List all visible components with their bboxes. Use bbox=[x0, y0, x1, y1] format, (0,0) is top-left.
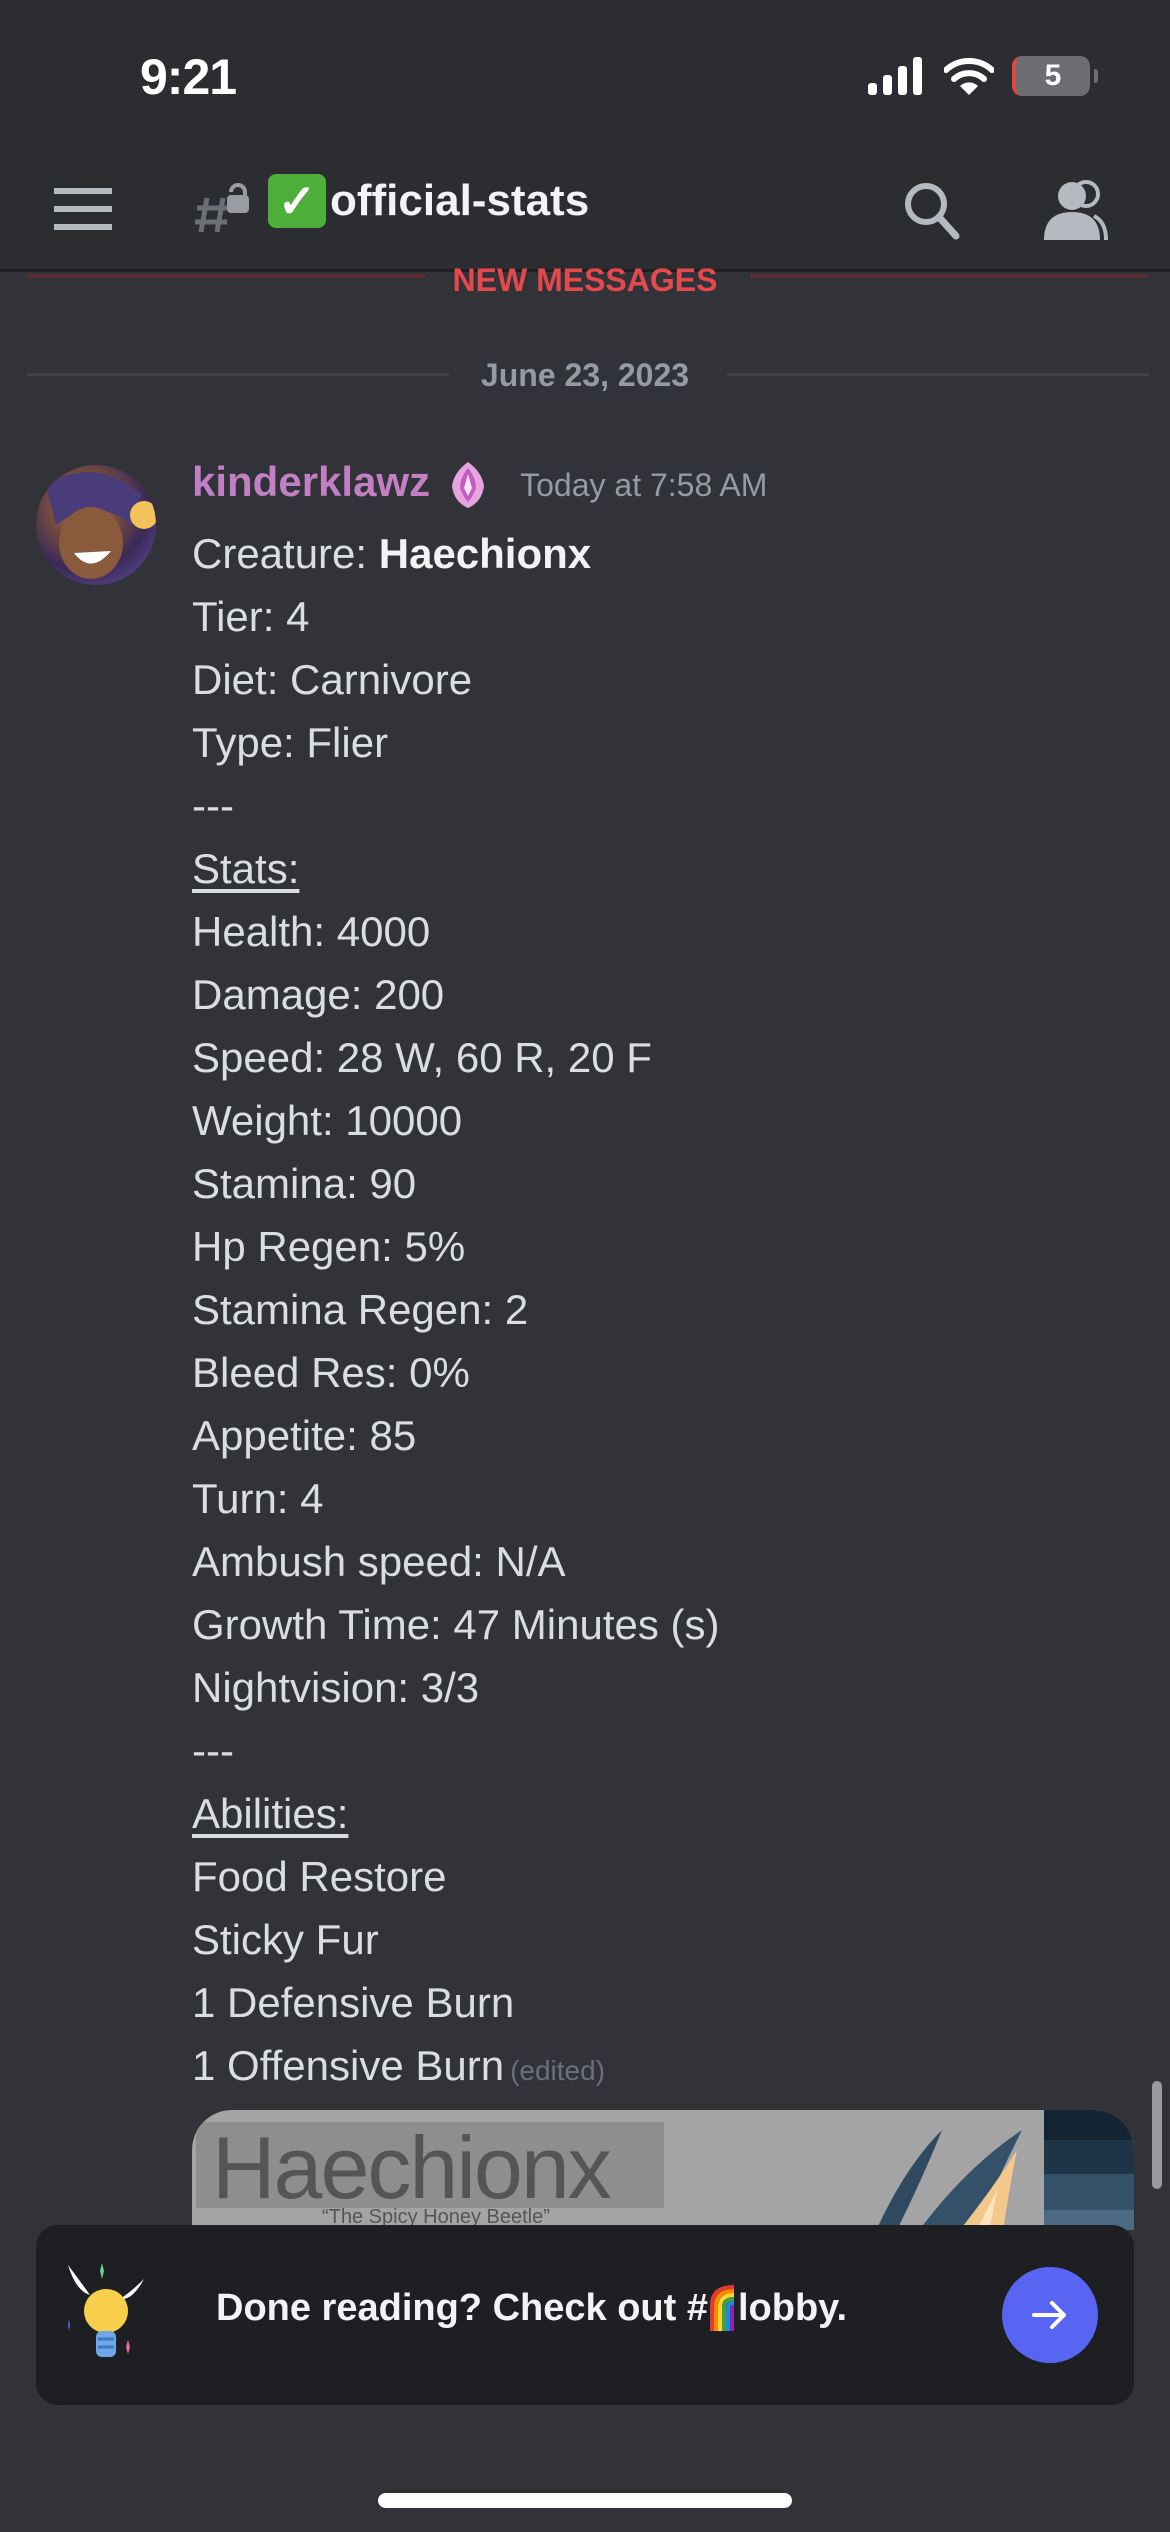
done-reading-banner: Done reading? Check out # lobby. bbox=[36, 2225, 1134, 2405]
stat-line: Stamina: 90 bbox=[192, 1160, 417, 1207]
stat-line: Hp Regen: 5% bbox=[192, 1223, 466, 1270]
arrow-right-icon bbox=[1032, 2301, 1066, 2329]
stat-line: Health: 4000 bbox=[192, 908, 431, 955]
stat-line: Nightvision: 3/3 bbox=[192, 1664, 480, 1711]
creature-name: Haechionx bbox=[378, 530, 592, 577]
ability-line: Sticky Fur bbox=[192, 1916, 379, 1963]
cellular-signal-icon bbox=[868, 57, 922, 95]
creature-label: Creature: bbox=[192, 530, 379, 577]
rainbow-icon bbox=[709, 2285, 735, 2331]
message-content: Creature: Haechionx Tier: 4 Diet: Carniv… bbox=[192, 522, 719, 2102]
edited-label: (edited) bbox=[510, 2055, 606, 2086]
channel-title[interactable]: ✓ official-stats bbox=[268, 174, 589, 228]
stat-line: Appetite: 85 bbox=[192, 1412, 417, 1459]
wifi-icon bbox=[944, 58, 994, 95]
message-timestamp: Today at 7:58 AM bbox=[520, 467, 768, 503]
search-icon[interactable] bbox=[900, 178, 964, 242]
battery-indicator: 5 bbox=[1012, 56, 1098, 96]
stat-line: Bleed Res: 0% bbox=[192, 1349, 470, 1396]
new-messages-label: NEW MESSAGES bbox=[452, 262, 718, 298]
date-label: June 23, 2023 bbox=[480, 357, 690, 393]
channel-header: ✓ official-stats bbox=[0, 150, 1170, 272]
separator-line: --- bbox=[192, 782, 234, 829]
info-line: Tier: 4 bbox=[192, 593, 310, 640]
hamburger-menu-icon[interactable] bbox=[54, 188, 112, 230]
stat-line: Growth Time: 47 Minutes (s) bbox=[192, 1601, 720, 1648]
status-time: 9:21 bbox=[140, 49, 237, 105]
status-bar: 9:21 5 bbox=[0, 0, 1170, 150]
check-mark-icon: ✓ bbox=[268, 174, 326, 228]
avatar-illustration bbox=[46, 472, 156, 579]
channel-name: official-stats bbox=[330, 176, 590, 225]
creature-line: Creature: Haechionx bbox=[192, 522, 719, 585]
abilities-heading: Abilities: bbox=[192, 1790, 349, 1837]
banner-channel-link[interactable]: lobby. bbox=[738, 2287, 847, 2330]
locked-channel-icon bbox=[195, 183, 249, 233]
image-attachment[interactable]: Haechionx “The Spicy Honey Beetle” bbox=[192, 2110, 1134, 2230]
stat-line: Speed: 28 W, 60 R, 20 F bbox=[192, 1034, 652, 1081]
status-icons: 5 bbox=[868, 56, 1098, 96]
ability-text: 1 Offensive Burn bbox=[192, 2042, 505, 2089]
go-to-channel-button[interactable] bbox=[1002, 2267, 1098, 2363]
stat-line: Turn: 4 bbox=[192, 1475, 324, 1522]
role-badge-icon bbox=[452, 462, 485, 508]
stat-line: Damage: 200 bbox=[192, 971, 445, 1018]
creature-art bbox=[876, 2130, 1022, 2230]
members-icon[interactable] bbox=[1044, 178, 1108, 242]
scrollbar[interactable] bbox=[1152, 2081, 1162, 2189]
avatar[interactable] bbox=[36, 465, 156, 585]
attachment-title: Haechionx bbox=[212, 2118, 612, 2217]
separator-line: --- bbox=[192, 1727, 234, 1774]
info-line: Diet: Carnivore bbox=[192, 656, 473, 703]
stat-line: Ambush speed: N/A bbox=[192, 1538, 566, 1585]
stats-heading: Stats: bbox=[192, 845, 300, 892]
banner-text-prefix: Done reading? Check out # bbox=[216, 2286, 708, 2329]
date-divider: June 23, 2023 bbox=[0, 355, 1170, 395]
ability-line: Food Restore bbox=[192, 1853, 447, 1900]
stat-line: Stamina Regen: 2 bbox=[192, 1286, 529, 1333]
username[interactable]: kinderklawz bbox=[192, 458, 430, 506]
info-line: Type: Flier bbox=[192, 719, 389, 766]
stat-line: Weight: 10000 bbox=[192, 1097, 463, 1144]
new-messages-divider: NEW MESSAGES bbox=[0, 262, 1170, 298]
message-header: kinderklawz Today at 7:58 AM bbox=[192, 458, 767, 510]
ability-line: 1 Defensive Burn bbox=[192, 1979, 515, 2026]
attachment-stripes bbox=[1044, 2110, 1134, 2230]
banner-text: Done reading? Check out # lobby. bbox=[216, 2285, 847, 2331]
winged-lightbulb-icon bbox=[68, 2263, 144, 2357]
ability-line: 1 Offensive Burn (edited) bbox=[192, 2034, 719, 2102]
home-indicator[interactable] bbox=[378, 2493, 792, 2508]
